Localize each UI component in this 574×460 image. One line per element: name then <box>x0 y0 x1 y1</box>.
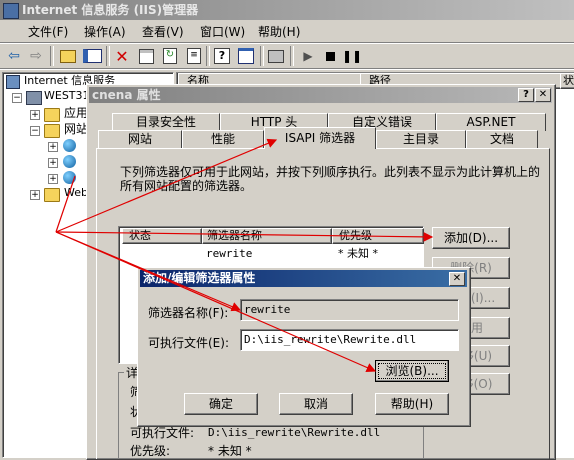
menu-separator <box>0 42 574 44</box>
filter-col-priority-label: 优先级 <box>339 229 372 242</box>
pause-icon[interactable]: ❚❚ <box>342 46 362 66</box>
column-status-label: 状 <box>563 74 574 87</box>
folder-icon <box>44 188 60 202</box>
properties-close-button[interactable]: ✕ <box>535 88 551 102</box>
filter-exe-field[interactable]: D:\iis_rewrite\Rewrite.dll <box>240 329 459 351</box>
details-priority-value: * 未知 * <box>208 444 252 458</box>
tree-collapse-icon[interactable]: − <box>30 126 40 136</box>
app-icon <box>3 3 19 19</box>
back-arrow-icon[interactable]: ⇦ <box>4 46 24 66</box>
tab-performance[interactable]: 性能 <box>182 130 264 148</box>
filter-col-status-label: 状态 <box>129 229 151 242</box>
filter-row-priority: * 未知 * <box>338 247 378 260</box>
menu-file[interactable]: 文件(F) <box>28 23 68 41</box>
filter-col-name-label: 筛选器名称 <box>207 229 262 242</box>
menu-view[interactable]: 查看(V) <box>142 23 184 41</box>
menu-action[interactable]: 操作(A) <box>84 23 126 41</box>
toolbar-separator <box>50 46 54 66</box>
export-list-icon[interactable]: ≡ <box>184 46 204 66</box>
console-icon[interactable] <box>236 46 256 66</box>
browse-label: 浏览(B)... <box>385 364 439 378</box>
filter-row-name: rewrite <box>206 247 253 260</box>
tab-aspnet[interactable]: ASP.NET <box>436 113 546 131</box>
tab-isapi-filters[interactable]: ISAPI 筛选器 <box>264 127 376 149</box>
details-priority-label: 优先级: <box>130 444 171 458</box>
add-filter-button[interactable]: 添加(D)... <box>432 227 510 249</box>
tab-home-directory[interactable]: 主目录 <box>376 130 466 148</box>
tree-expand-icon[interactable]: + <box>30 190 40 200</box>
help-label: 帮助(H) <box>390 397 434 411</box>
delete-icon[interactable]: ✕ <box>112 46 132 66</box>
forward-arrow-icon[interactable]: ⇨ <box>26 46 46 66</box>
toolbar-separator <box>106 46 110 66</box>
filter-col-priority[interactable]: 优先级 <box>332 228 424 244</box>
filter-exe-label: 可执行文件(E): <box>148 336 229 350</box>
menu-help[interactable]: 帮助(H) <box>258 23 300 41</box>
tree-collapse-icon[interactable]: − <box>12 93 22 103</box>
tree-expand-icon[interactable]: + <box>48 158 58 168</box>
tree-item-webext[interactable]: Web <box>64 186 88 200</box>
filter-name-value: rewrite <box>244 303 291 316</box>
isapi-description: 下列筛选器仅可用于此网站，并按下列顺序执行。此列表不显示为此计算机上的所有网站配… <box>120 165 541 193</box>
tree-expand-icon[interactable]: + <box>48 174 58 184</box>
cancel-button[interactable]: 取消 <box>279 393 353 415</box>
column-header-status[interactable]: 状 <box>560 73 574 89</box>
tab-website[interactable]: 网站 <box>98 130 182 148</box>
tree-item-apppools[interactable]: 应用 <box>64 106 88 120</box>
tree-item-websites[interactable]: 网站 <box>64 122 88 136</box>
menu-window[interactable]: 窗口(W) <box>200 23 245 41</box>
iis-icon <box>6 75 20 89</box>
toolbar-separator <box>206 46 210 66</box>
toolbar-separator <box>290 46 294 66</box>
computer-icon[interactable] <box>266 46 286 66</box>
tree-expand-icon[interactable]: + <box>48 142 58 152</box>
website-globe-icon <box>63 171 76 184</box>
website-globe-icon <box>63 139 76 152</box>
ok-label: 确定 <box>208 397 233 411</box>
add-filter-label: 添加(D)... <box>443 231 499 245</box>
filter-exe-value: D:\iis_rewrite\Rewrite.dll <box>244 333 417 346</box>
filter-name-field[interactable]: rewrite <box>240 299 459 321</box>
table-row[interactable]: rewrite * 未知 * <box>120 245 420 261</box>
properties-icon[interactable] <box>136 46 156 66</box>
folder-icon <box>44 124 60 138</box>
folder-icon <box>44 108 60 122</box>
filter-name-label: 筛选器名称(F): <box>148 306 229 320</box>
help-button[interactable]: 帮助(H) <box>375 393 449 415</box>
website-globe-icon <box>63 155 76 168</box>
refresh-icon[interactable]: ↻ <box>160 46 180 66</box>
stop-icon[interactable] <box>320 46 340 66</box>
properties-help-button[interactable]: ? <box>518 88 534 102</box>
up-folder-icon[interactable] <box>58 46 78 66</box>
browse-button[interactable]: 浏览(B)... <box>375 360 449 382</box>
filter-col-name[interactable]: 筛选器名称 <box>202 228 332 244</box>
filter-col-status[interactable]: 状态 <box>122 228 202 244</box>
start-icon[interactable]: ▶ <box>298 46 318 66</box>
filter-dialog-close-button[interactable]: ✕ <box>449 272 465 286</box>
properties-title: cnena 属性 <box>92 88 161 102</box>
server-icon <box>26 91 42 105</box>
show-tree-icon[interactable] <box>82 46 102 66</box>
main-window-title: Internet 信息服务 (IIS)管理器 <box>22 3 199 17</box>
tab-directory-security[interactable]: 目录安全性 <box>112 113 220 131</box>
toolbar-separator <box>260 46 264 66</box>
tab-documents[interactable]: 文档 <box>466 130 538 148</box>
toolbar-bottom-separator <box>0 68 574 70</box>
cancel-label: 取消 <box>303 397 328 411</box>
tree-expand-icon[interactable]: + <box>30 110 40 120</box>
ok-button[interactable]: 确定 <box>184 393 258 415</box>
details-exe-value: D:\iis_rewrite\Rewrite.dll <box>208 426 381 439</box>
filter-dialog-title: 添加/编辑筛选器属性 <box>143 271 256 285</box>
help-icon[interactable]: ? <box>212 46 232 66</box>
